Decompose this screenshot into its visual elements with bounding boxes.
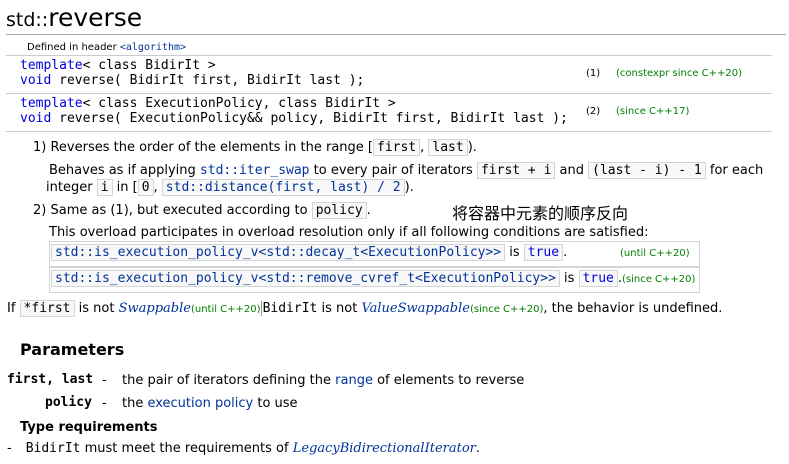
desc-1b: Behaves as if applying std::iter_swap to… bbox=[49, 162, 764, 179]
decl-divider-mid bbox=[6, 93, 772, 94]
desc-2-a: 2) Same as (1), but executed according t… bbox=[33, 203, 312, 218]
decl-2-line-1: template< class ExecutionPolicy, class B… bbox=[20, 96, 396, 111]
decl-2-note: (since C++17) bbox=[616, 106, 690, 117]
if-line-since: (since C++20) bbox=[469, 304, 544, 315]
if-line-notis2: is not bbox=[317, 301, 362, 316]
desc-1c-comma: , bbox=[153, 180, 162, 195]
if-line: If *first is not Swappable(until C++20) B… bbox=[7, 300, 723, 317]
desc-1c-b: in [ bbox=[112, 180, 138, 195]
desc-1b-e: for each bbox=[705, 163, 764, 178]
if-line-rest: , the behavior is undefined. bbox=[543, 301, 723, 316]
swappable-link[interactable]: Swappable bbox=[119, 301, 191, 316]
if-line-if: If bbox=[7, 301, 20, 316]
type-req-b: . bbox=[475, 441, 481, 456]
params-heading: Parameters bbox=[20, 340, 125, 359]
title-prefix: std:: bbox=[6, 9, 49, 31]
condition-2-is: is bbox=[559, 271, 579, 286]
desc-1b-a: Behaves as if applying bbox=[49, 163, 200, 178]
type-req-bidirit: BidirIt bbox=[25, 441, 81, 456]
param-name-policy: policy bbox=[45, 395, 92, 410]
decl-2-num: (2) bbox=[586, 106, 601, 117]
condition-1-note: (until C++20) bbox=[620, 248, 690, 259]
type-req-a: must meet the requirements of bbox=[80, 441, 293, 456]
title-divider bbox=[6, 34, 786, 35]
decl-2-template-rest: < class ExecutionPolicy, class BidirIt > bbox=[82, 96, 396, 111]
header-note: Defined in header <algorithm> bbox=[27, 42, 186, 53]
condition-2-true: true bbox=[578, 270, 618, 287]
chinese-note: 将容器中元素的顺序反向 bbox=[452, 204, 629, 223]
param-desc-2-a: the bbox=[122, 396, 148, 411]
if-line-bidir-wrap: BidirIt bbox=[260, 301, 318, 316]
condition-2-note: (since C++20) bbox=[622, 274, 696, 285]
condition-2-code[interactable]: std::is_execution_policy_v<std::remove_c… bbox=[51, 270, 560, 287]
condition-1-true: true bbox=[523, 244, 564, 261]
title-name: reverse bbox=[48, 3, 143, 32]
decl-2-void-kw: void bbox=[20, 111, 52, 126]
decl-2-line-2: void reverse( ExecutionPolicy&& policy, … bbox=[20, 111, 568, 126]
decl-2-template-kw: template bbox=[20, 96, 83, 111]
iter-swap-link[interactable]: std::iter_swap bbox=[200, 163, 310, 178]
desc-1-lead: 1) Reverses the order of the elements in… bbox=[33, 140, 373, 155]
condition-1-code[interactable]: std::is_execution_policy_v<std::decay_t<… bbox=[51, 244, 506, 261]
decl-1-line-2: void reverse( BidirIt first, BidirIt las… bbox=[20, 73, 364, 88]
type-req-dash: - bbox=[7, 441, 12, 456]
code-last-minus-i: (last - i) - 1 bbox=[588, 162, 706, 179]
condition-2: std::is_execution_policy_v<std::remove_c… bbox=[51, 270, 622, 287]
decl-1-num: (1) bbox=[586, 68, 601, 79]
code-zero: 0 bbox=[137, 179, 154, 196]
desc-1-close: ). bbox=[467, 140, 477, 155]
type-req-heading: Type requirements bbox=[20, 420, 158, 435]
desc-1c: integer i in [0, std::distance(first, la… bbox=[46, 179, 414, 196]
code-last: last bbox=[428, 139, 468, 156]
code-first: first bbox=[373, 139, 421, 156]
decl-1-line-1: template< class BidirIt > bbox=[20, 58, 216, 73]
decl-divider-top bbox=[6, 55, 772, 56]
code-deref-first: *first bbox=[19, 300, 75, 317]
code-first-plus-i: first + i bbox=[476, 162, 556, 179]
param-desc-1-b: of elements to reverse bbox=[372, 373, 525, 388]
valueswappable-link[interactable]: ValueSwappable bbox=[361, 301, 470, 316]
desc-1c-close: ). bbox=[404, 180, 414, 195]
param-dash-2: - bbox=[102, 396, 107, 411]
legacy-bidirectional-iterator-link[interactable]: LegacyBidirectionalIterator bbox=[293, 441, 476, 456]
param-dash-1: - bbox=[102, 373, 107, 388]
decl-1-template-kw: template bbox=[20, 58, 83, 73]
if-line-until: (until C++20) bbox=[190, 304, 261, 315]
desc-1b-d: and bbox=[555, 163, 589, 178]
overload-note: This overload participates in overload r… bbox=[49, 225, 649, 240]
header-link[interactable]: <algorithm> bbox=[120, 42, 186, 53]
if-line-notis: is not bbox=[74, 301, 119, 316]
param-desc-2: the execution policy to use bbox=[122, 396, 298, 411]
execution-policy-link[interactable]: execution policy bbox=[147, 396, 253, 411]
desc-1: 1) Reverses the order of the elements in… bbox=[33, 139, 477, 156]
if-line-bidir: BidirIt bbox=[262, 301, 318, 316]
param-desc-1: the pair of iterators defining the range… bbox=[122, 373, 524, 388]
type-req-line: - BidirIt must meet the requirements of L… bbox=[7, 441, 480, 456]
header-note-text: Defined in header bbox=[27, 42, 120, 53]
range-link[interactable]: range bbox=[335, 373, 373, 388]
param-name-first-last: first, last bbox=[7, 372, 94, 387]
desc-2: 2) Same as (1), but executed according t… bbox=[33, 202, 371, 219]
condition-1-is: is bbox=[505, 245, 524, 260]
desc-2-b: . bbox=[366, 203, 371, 218]
decl-1-void-kw: void bbox=[20, 73, 52, 88]
desc-1c-a: integer bbox=[46, 180, 97, 195]
code-i: i bbox=[96, 179, 113, 196]
decl-1-note: (constexpr since C++20) bbox=[616, 68, 743, 79]
decl-2-signature: reverse( ExecutionPolicy&& policy, Bidir… bbox=[51, 111, 568, 126]
desc-1b-b: to every pair of iterators bbox=[309, 163, 477, 178]
code-policy: policy bbox=[311, 202, 367, 219]
condition-1: std::is_execution_policy_v<std::decay_t<… bbox=[51, 244, 568, 261]
decl-1-signature: reverse( BidirIt first, BidirIt last ); bbox=[51, 73, 365, 88]
decl-1-template-rest: < class BidirIt > bbox=[82, 58, 216, 73]
condition-1-dot: . bbox=[563, 245, 568, 260]
page-title: std::reverse bbox=[6, 3, 142, 32]
param-desc-1-a: the pair of iterators defining the bbox=[122, 373, 336, 388]
distance-link[interactable]: std::distance(first, last) / 2 bbox=[161, 179, 405, 196]
param-desc-2-b: to use bbox=[253, 396, 298, 411]
decl-divider-bottom bbox=[6, 131, 772, 132]
